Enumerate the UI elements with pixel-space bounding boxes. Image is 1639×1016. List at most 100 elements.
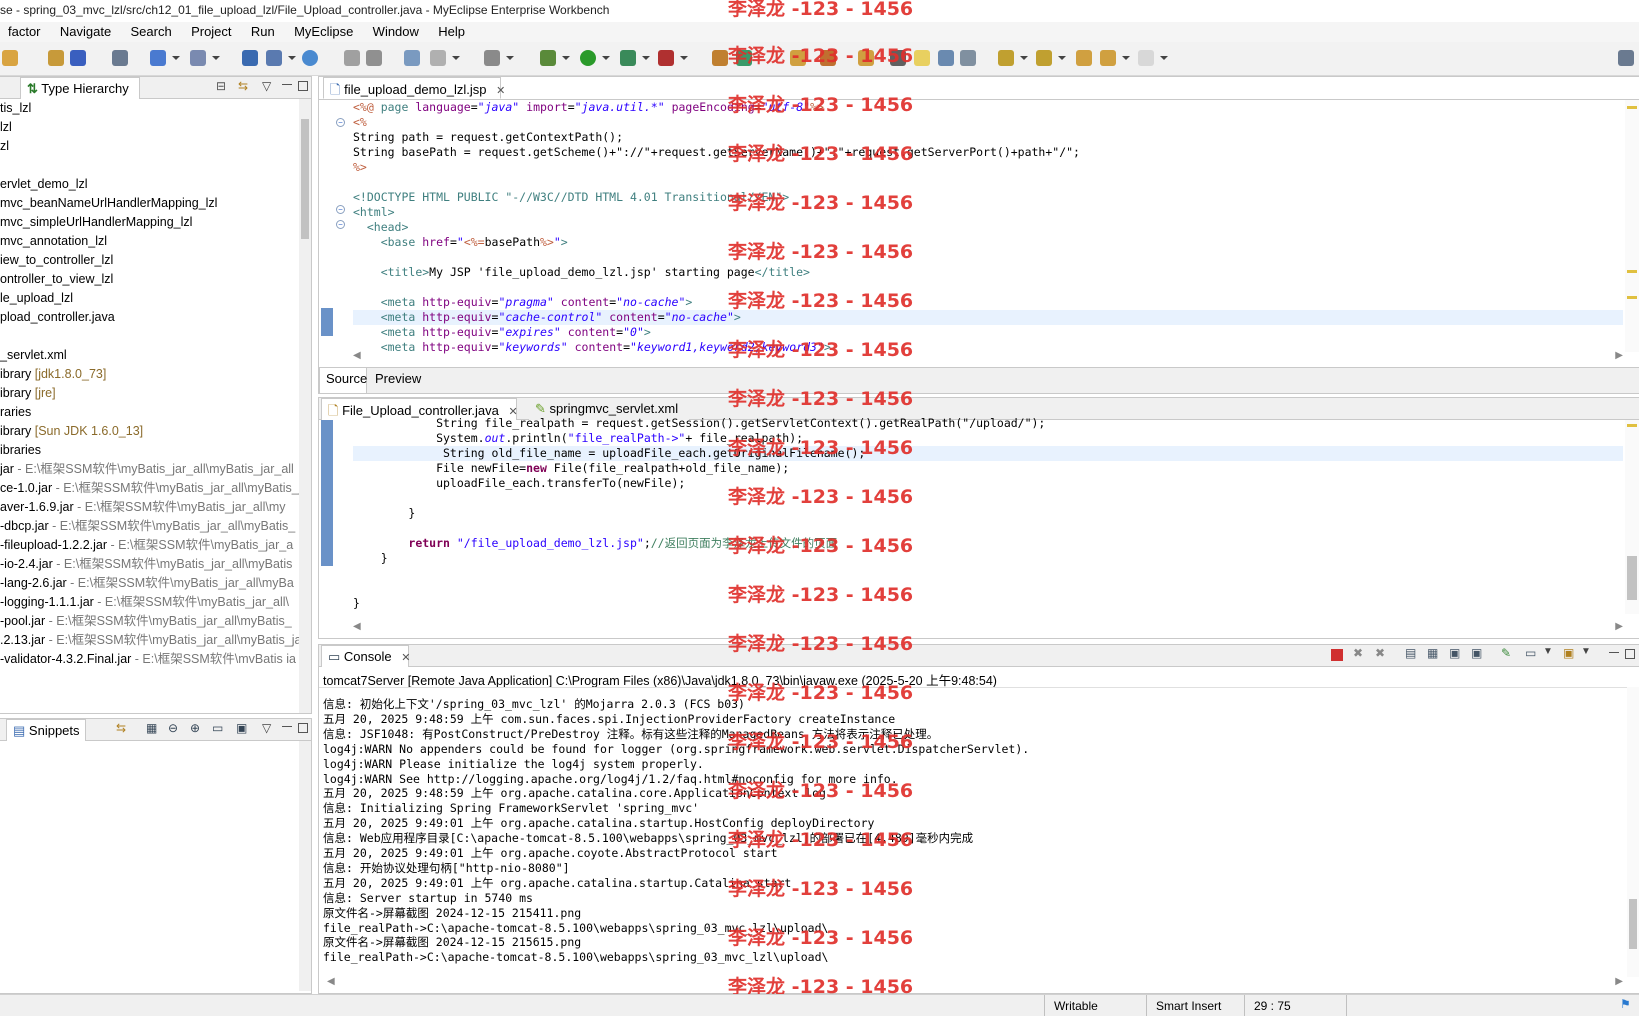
customize-icon[interactable]: ▦ <box>146 721 157 735</box>
globe-icon[interactable] <box>302 50 318 66</box>
close-icon[interactable]: ✕ <box>401 652 410 664</box>
remove-all-icon[interactable]: ✖ <box>1375 646 1385 660</box>
dropdown-arrow-icon[interactable] <box>1160 56 1168 60</box>
tab-type-hierarchy[interactable]: ⇅ Type Hierarchy <box>20 77 140 99</box>
collapse-all-icon[interactable]: ⊟ <box>216 79 226 93</box>
dropdown-arrow-icon[interactable] <box>506 56 514 60</box>
maximize-icon[interactable] <box>1625 649 1635 659</box>
stop-icon[interactable] <box>658 50 674 66</box>
tree-item[interactable]: -pool.jar - E:\框架SSM软件\myBatis_jar_all\m… <box>0 612 292 631</box>
monitor-icon[interactable] <box>484 50 500 66</box>
java-code-area[interactable]: String file_realpath = request.getSessio… <box>319 416 1639 614</box>
tab-console[interactable]: ▭ Console ✕ <box>321 645 410 667</box>
menu-refactor[interactable]: factor <box>0 22 49 39</box>
menu-project[interactable]: Project <box>183 22 239 39</box>
pin-console-icon[interactable]: ✎ <box>1501 646 1511 660</box>
show-stdout-icon[interactable]: ▣ <box>1449 646 1460 660</box>
block-select-icon[interactable] <box>938 50 954 66</box>
tree-item[interactable]: zl <box>0 137 9 156</box>
link-editor-icon[interactable]: ⇆ <box>238 79 248 93</box>
maximize-icon[interactable] <box>298 81 308 91</box>
menu-navigate[interactable]: Navigate <box>52 22 119 39</box>
tree-item[interactable]: raries <box>0 403 31 422</box>
tree-item[interactable]: mvc_annotation_lzl <box>0 232 107 251</box>
tree-item[interactable]: lzl <box>0 118 12 137</box>
tree-item[interactable]: -io-2.4.jar - E:\框架SSM软件\myBatis_jar_all… <box>0 555 292 574</box>
run-icon[interactable] <box>580 50 596 66</box>
dropdown-arrow-icon[interactable] <box>452 56 460 60</box>
perspective-icon[interactable] <box>1618 50 1634 66</box>
scrollbar-thumb[interactable] <box>301 119 309 239</box>
tree-item[interactable]: -validator-4.3.2.Final.jar - E:\框架SSM软件\… <box>0 650 296 669</box>
whitespace-icon[interactable] <box>960 50 976 66</box>
dropdown-arrow-icon[interactable] <box>680 56 688 60</box>
tab-snippets[interactable]: ▤ Snippets <box>6 719 86 741</box>
dropdown-arrow-icon[interactable] <box>1058 56 1066 60</box>
tree-item[interactable]: -logging-1.1.1.jar - E:\框架SSM软件\myBatis_… <box>0 593 289 612</box>
terminate-icon[interactable] <box>1331 649 1343 661</box>
insert-icon[interactable]: ⇆ <box>116 721 126 735</box>
search-icon[interactable] <box>190 50 206 66</box>
scroll-lock-icon[interactable]: ▦ <box>1427 646 1438 660</box>
tree-item[interactable]: -lang-2.6.jar - E:\框架SSM软件\myBatis_jar_a… <box>0 574 294 593</box>
fit-icon[interactable]: ▭ <box>212 721 223 735</box>
new-wizard-icon[interactable] <box>150 50 166 66</box>
tree-item[interactable]: jar - E:\框架SSM软件\myBatis_jar_all\myBatis… <box>0 460 294 479</box>
tree-item[interactable]: ibraries <box>0 441 41 460</box>
dropdown-arrow-icon[interactable] <box>1122 56 1130 60</box>
maximize-icon[interactable] <box>298 723 308 733</box>
menu-window[interactable]: Window <box>365 22 427 39</box>
tab-file-upload-demo-jsp[interactable]: 🗋 file_upload_demo_lzl.jsp ✕ <box>323 77 505 99</box>
last-edit-icon[interactable] <box>1076 50 1092 66</box>
forward-history-icon[interactable] <box>366 50 382 66</box>
dropdown-arrow-icon[interactable] <box>562 56 570 60</box>
package-explorer-icon[interactable] <box>70 50 86 66</box>
tree-item[interactable]: le_upload_lzl <box>0 289 73 308</box>
show-stderr-icon[interactable]: ▣ <box>1471 646 1482 660</box>
zoom-in-icon[interactable]: ⊕ <box>190 721 200 735</box>
forward-icon[interactable] <box>1138 50 1154 66</box>
tree-item[interactable]: .2.13.jar - E:\框架SSM软件\myBatis_jar_all\m… <box>0 631 301 650</box>
zoom-out-icon[interactable]: ⊖ <box>168 721 178 735</box>
java-hscrollbar[interactable]: ◀ ▶ <box>353 621 1623 636</box>
tab-preview[interactable]: Preview <box>369 368 421 390</box>
back-history-icon[interactable] <box>344 50 360 66</box>
notification-icon[interactable]: ⚑ <box>1620 997 1631 1011</box>
server-icon[interactable] <box>112 50 128 66</box>
minimize-icon[interactable] <box>282 726 292 728</box>
settings-icon[interactable] <box>430 50 446 66</box>
scrollbar-thumb[interactable] <box>1629 899 1637 949</box>
tree-item[interactable]: ervlet_demo_lzl <box>0 175 88 194</box>
clear-console-icon[interactable]: ▤ <box>1405 646 1416 660</box>
highlight-icon[interactable] <box>914 50 930 66</box>
layout-icon[interactable]: ▣ <box>236 721 247 735</box>
menu-myeclipse[interactable]: MyEclipse <box>286 22 361 39</box>
tree-item[interactable]: -fileupload-1.2.2.jar - E:\框架SSM软件\myBat… <box>0 536 293 555</box>
tree-item[interactable]: mvc_simpleUrlHandlerMapping_lzl <box>0 213 192 232</box>
console-hscrollbar[interactable]: ◀ ▶ <box>327 976 1623 991</box>
fold-icon[interactable]: − <box>336 220 345 229</box>
tree-item[interactable]: pload_controller.java <box>0 308 115 327</box>
back-icon[interactable] <box>1100 50 1116 66</box>
package-icon[interactable] <box>48 50 64 66</box>
view-menu-icon[interactable]: ▽ <box>262 721 271 735</box>
dropdown-arrow-icon[interactable]: ▼ <box>1581 646 1591 657</box>
refactor-icon[interactable] <box>2 50 18 66</box>
menu-search[interactable]: Search <box>123 22 180 39</box>
dropdown-arrow-icon[interactable] <box>172 56 180 60</box>
tree-item[interactable]: aver-1.6.9.jar - E:\框架SSM软件\myBatis_jar_… <box>0 498 286 517</box>
tree-item[interactable]: mvc_beanNameUrlHandlerMapping_lzl <box>0 194 217 213</box>
tree-item[interactable]: ibrary [jdk1.8.0_73] <box>0 365 106 384</box>
open-type-icon[interactable] <box>404 50 420 66</box>
tree-item[interactable]: ce-1.0.jar - E:\框架SSM软件\myBatis_jar_all\… <box>0 479 301 498</box>
fold-icon[interactable]: − <box>336 118 345 127</box>
display-console-icon[interactable]: ▭ <box>1525 646 1536 660</box>
remove-launch-icon[interactable]: ✖ <box>1353 646 1363 660</box>
run-external-icon[interactable] <box>620 50 636 66</box>
tree-item[interactable]: -dbcp.jar - E:\框架SSM软件\myBatis_jar_all\m… <box>0 517 295 536</box>
dropdown-arrow-icon[interactable] <box>1020 56 1028 60</box>
snippets-scrollbar[interactable] <box>299 741 311 991</box>
publish-icon[interactable] <box>266 50 282 66</box>
prev-annotation-icon[interactable] <box>1036 50 1052 66</box>
tree-item[interactable]: _servlet.xml <box>0 346 67 365</box>
